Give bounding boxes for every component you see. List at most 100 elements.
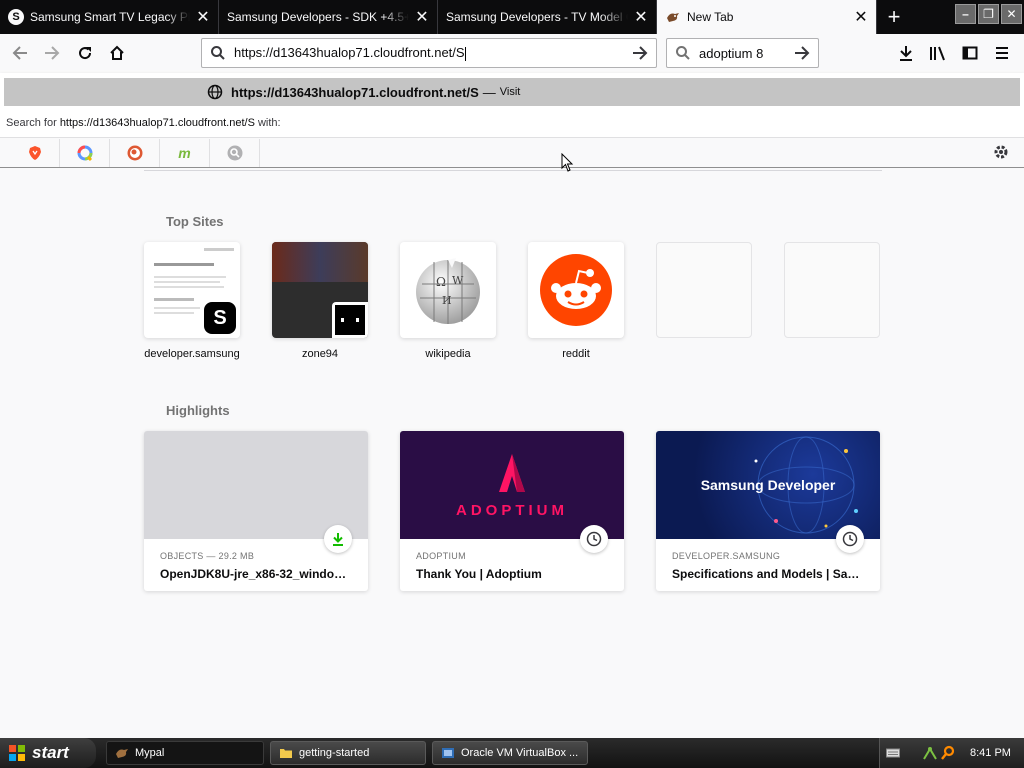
duckduckgo-icon [127,145,142,160]
one-off-search-engines: m [0,137,1024,167]
mojeek-icon: m [178,144,191,161]
search-settings-button[interactable] [992,143,1010,164]
taskbar-item-virtualbox[interactable]: Oracle VM VirtualBox ... [432,741,588,765]
mouse-cursor-icon [561,152,575,176]
highlight-context: DEVELOPER.SAMSUNG [672,551,781,561]
taskbar: start Mypal getting-started Oracle VM Vi… [0,738,1024,768]
suggestion-row[interactable]: https://d13643hualop71.cloudfront.net/S … [4,78,1020,106]
close-tab-icon[interactable]: ✕ [852,8,870,26]
virtualbox-icon [442,748,454,758]
brave-icon [28,145,41,160]
windows-logo-icon [9,745,25,761]
mypal-icon [116,749,128,758]
tab-samsung-legacy[interactable]: S Samsung Smart TV Legacy Platform ✕ [0,0,219,34]
sidebar-icon [962,46,978,60]
top-site-empty[interactable] [784,242,880,338]
new-tab-page: Top Sites S developer.samsung zone94 Ω W… [0,168,1024,738]
site-thumbnail-placeholder [656,242,752,338]
go-arrow-icon [633,46,648,60]
engine-mojeek[interactable]: m [160,138,210,167]
engine-qwant[interactable] [60,138,110,167]
engine-duckduckgo[interactable] [110,138,160,167]
library-button[interactable] [922,38,954,68]
search-for-label: Search for https://d13643hualop71.cloudf… [6,117,281,129]
site-thumbnail-placeholder [784,242,880,338]
top-site-wikipedia[interactable]: Ω W И wikipedia [400,242,496,360]
site-thumbnail: Ω W И [400,242,496,338]
close-tab-icon[interactable]: ✕ [413,8,431,26]
divider [144,168,882,171]
search-input[interactable]: adoptium 8 [699,46,794,61]
highlight-image: ADOPTIUM [400,431,624,539]
url-input[interactable]: https://d13643hualop71.cloudfront.net/S [234,45,632,61]
top-site-reddit[interactable]: reddit [528,242,624,360]
highlight-title: Specifications and Models | Samsung Deve… [672,567,864,581]
back-arrow-icon [12,46,27,60]
engine-search[interactable] [210,138,260,167]
sidebar-button[interactable] [954,38,986,68]
tab-new-tab[interactable]: New Tab ✕ [657,0,877,34]
menu-button[interactable] [986,38,1018,68]
url-bar[interactable]: https://d13643hualop71.cloudfront.net/S [201,38,657,68]
adoptium-logo-icon [499,453,525,492]
reload-button[interactable] [69,37,101,69]
keyboard-icon[interactable] [886,747,900,759]
top-site-zone94[interactable]: zone94 [272,242,368,360]
top-site-empty[interactable] [656,242,752,338]
home-icon [110,45,124,60]
highlight-image: Samsung Developer [656,431,880,539]
wikipedia-globe-icon: Ω W И [416,258,480,324]
search-bar[interactable]: adoptium 8 [666,38,819,68]
close-window-button[interactable]: ✕ [1001,4,1022,24]
svg-text:И: И [442,294,452,307]
tab-strip: S Samsung Smart TV Legacy Platform ✕ Sam… [0,0,1024,34]
samsung-icon: S [8,9,24,25]
tab-title: Samsung Smart TV Legacy Platform [30,10,190,24]
close-tab-icon[interactable]: ✕ [632,8,650,26]
samsung-developer-wordmark: Samsung Developer [700,477,836,493]
hamburger-icon [996,47,1008,59]
globe-icon [207,84,223,100]
tab-title: Samsung Developers - TV Model Groups [446,10,628,24]
new-tab-button[interactable]: + [877,0,911,34]
tab-samsung-models[interactable]: Samsung Developers - TV Model Groups ✕ [438,0,657,34]
home-button[interactable] [101,37,133,69]
minimize-button[interactable]: – [955,4,976,24]
nav-bar: https://d13643hualop71.cloudfront.net/S … [0,34,1024,72]
network-icon[interactable] [922,745,938,761]
highlight-context: ADOPTIUM [416,551,466,561]
gear-icon [994,145,1008,159]
taskbar-item-getting-started[interactable]: getting-started [270,741,426,765]
suggestion-action: Visit [499,86,521,98]
site-label: reddit [562,348,590,360]
maximize-button[interactable]: ❐ [978,4,999,24]
start-button[interactable]: start [0,738,96,768]
search-tray-icon[interactable] [940,745,956,761]
highlight-image [144,431,368,539]
back-button[interactable] [4,37,36,69]
downloads-button[interactable] [890,38,922,68]
reload-icon [79,47,92,60]
site-thumbnail [528,242,624,338]
site-thumbnail: S [144,242,240,338]
taskbar-item-mypal[interactable]: Mypal [106,741,264,765]
forward-button[interactable] [36,37,68,69]
highlight-card-openjdk[interactable]: OBJECTS — 29.2 MB OpenJDK8U-jre_x86-32_w… [144,431,368,591]
clock-icon [580,525,608,553]
go-arrow-icon [795,46,810,60]
site-thumbnail [272,242,368,338]
clock-icon [836,525,864,553]
zone94-icon [332,302,368,338]
highlight-card-adoptium[interactable]: ADOPTIUM ADOPTIUM Thank You | Adoptium [400,431,624,591]
tab-title: New Tab [687,10,734,24]
highlight-card-samsung[interactable]: Samsung Developer DEVELOPER.SAMSUNG Spec… [656,431,880,591]
engine-brave[interactable] [10,138,60,167]
top-sites-title: Top Sites [166,214,224,229]
start-label: start [32,743,69,762]
site-label: developer.samsung [144,348,240,360]
top-site-developer-samsung[interactable]: S developer.samsung [144,242,240,360]
tab-samsung-sdk[interactable]: Samsung Developers - SDK +4.5+Installati… [219,0,438,34]
download-icon [324,525,352,553]
close-tab-icon[interactable]: ✕ [194,8,212,26]
samsung-icon: S [200,298,240,338]
